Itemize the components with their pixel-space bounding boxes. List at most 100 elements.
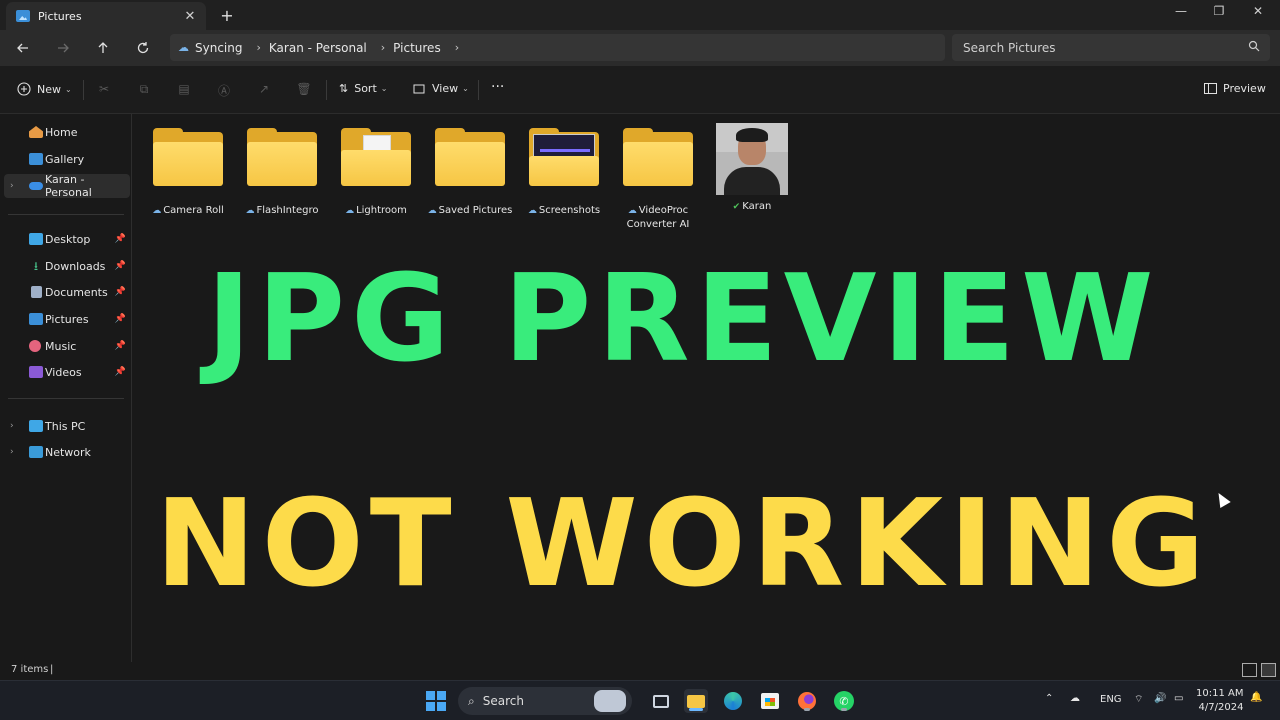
copy-icon[interactable]: ⧉ <box>136 82 152 98</box>
task-view-icon[interactable] <box>649 689 673 713</box>
sidebar-item-gallery[interactable]: Gallery <box>4 147 130 171</box>
folder-item[interactable]: ☁ Screenshots <box>519 122 609 218</box>
battery-icon[interactable]: ▭ <box>1174 693 1183 704</box>
breadcrumb-syncing[interactable]: Syncing <box>195 41 242 55</box>
sidebar-item-label: Music <box>45 339 77 353</box>
paste-icon[interactable]: ▤ <box>176 82 192 98</box>
sort-icon: ⇅ <box>339 82 349 95</box>
windows-start-button[interactable] <box>424 689 448 713</box>
notification-bell-icon[interactable]: 🔔 <box>1250 692 1262 703</box>
sidebar-item-karan-personal[interactable]: › Karan - Personal <box>4 173 130 199</box>
show-hidden-icons-chevron-up-icon[interactable]: ⌃ <box>1045 693 1053 704</box>
image-item[interactable]: ✔ Karan <box>707 122 797 214</box>
chevron-right-icon[interactable]: › <box>10 181 14 191</box>
pin-icon[interactable]: 📌 <box>115 261 126 271</box>
back-button[interactable] <box>13 38 33 58</box>
pin-icon[interactable]: 📌 <box>115 314 126 324</box>
chevron-right-icon[interactable]: › <box>256 41 260 54</box>
preview-pane-button[interactable]: Preview <box>1204 82 1266 95</box>
folder-item[interactable]: ☁ Lightroom <box>331 122 421 218</box>
up-button[interactable] <box>93 38 113 58</box>
chevron-down-icon: ⌄ <box>380 84 388 93</box>
sidebar-item-label: Videos <box>45 365 82 379</box>
tab-pictures[interactable]: Pictures ✕ <box>6 2 206 30</box>
onedrive-tray-icon[interactable]: ☁ <box>1070 693 1080 704</box>
plus-circle-icon <box>17 82 31 96</box>
sidebar-item-desktop[interactable]: Desktop 📌 <box>4 227 130 251</box>
cloud-icon: ☁ <box>627 206 637 216</box>
file-name: Karan <box>742 201 772 212</box>
sort-button[interactable]: ⇅ Sort ⌄ <box>339 82 387 95</box>
pictures-icon <box>29 313 43 325</box>
home-icon <box>29 126 43 138</box>
this-pc-icon <box>29 420 43 432</box>
taskbar-search[interactable]: ⌕ Search <box>458 687 632 715</box>
volume-icon[interactable]: 🔊 <box>1154 693 1166 704</box>
store-icon[interactable] <box>758 689 782 713</box>
file-explorer-taskbar-icon[interactable] <box>684 689 708 713</box>
restore-button[interactable]: ❐ <box>1204 4 1234 18</box>
more-options-button[interactable]: ··· <box>491 79 504 95</box>
new-button[interactable]: New ⌄ <box>17 82 72 96</box>
divider <box>8 398 124 399</box>
pin-icon[interactable]: 📌 <box>115 367 126 377</box>
sidebar-item-label: Karan - Personal <box>45 173 92 199</box>
new-tab-button[interactable]: + <box>218 6 236 25</box>
firefox-icon[interactable] <box>795 689 819 713</box>
rename-icon[interactable]: Ⓐ <box>216 82 232 98</box>
forward-button[interactable] <box>53 38 73 58</box>
arrow-left-icon <box>17 43 28 53</box>
view-button[interactable]: View ⌄ <box>413 82 469 95</box>
divider <box>8 214 124 215</box>
folder-item[interactable]: ☁ VideoProc Converter AI <box>613 122 703 231</box>
new-label: New <box>37 82 61 96</box>
minimize-button[interactable]: — <box>1166 4 1196 18</box>
search-placeholder: Search Pictures <box>963 40 1056 55</box>
sidebar-item-downloads[interactable]: ⭳ Downloads 📌 <box>4 254 130 278</box>
delete-icon[interactable]: 🗑 <box>296 82 312 98</box>
large-icons-view-button[interactable] <box>1261 663 1276 677</box>
address-bar[interactable]: ☁ Syncing › Karan - Personal › Pictures … <box>170 34 945 61</box>
sort-label: Sort <box>354 82 377 95</box>
clock-time: 10:11 AM <box>1196 688 1244 699</box>
search-input[interactable]: Search Pictures <box>952 34 1270 61</box>
chevron-right-icon[interactable]: › <box>455 41 459 54</box>
windows-logo-icon <box>425 690 447 712</box>
refresh-button[interactable] <box>133 38 153 58</box>
share-icon[interactable]: ↗ <box>256 82 272 98</box>
sidebar-item-home[interactable]: Home <box>4 120 130 144</box>
sidebar-item-this-pc[interactable]: › This PC <box>4 414 130 438</box>
status-divider: | <box>50 664 54 675</box>
whatsapp-icon[interactable]: ✆ <box>832 689 856 713</box>
sidebar-item-videos[interactable]: Videos 📌 <box>4 360 130 384</box>
arrow-up-icon <box>98 42 108 53</box>
folder-item[interactable]: ☁ Camera Roll <box>143 122 233 218</box>
folder-item[interactable]: ☁ FlashIntegro <box>237 122 327 218</box>
chevron-down-icon: ⌄ <box>65 84 72 94</box>
folder-item[interactable]: ☁ Saved Pictures <box>425 122 515 218</box>
cut-icon[interactable]: ✂ <box>96 82 112 98</box>
sidebar-item-music[interactable]: Music 📌 <box>4 334 130 358</box>
pin-icon[interactable]: 📌 <box>115 287 126 297</box>
sidebar-item-network[interactable]: › Network <box>4 440 130 464</box>
clock[interactable]: 10:11 AM 4/7/2024 <box>1196 687 1243 715</box>
pin-icon[interactable]: 📌 <box>115 234 126 244</box>
edge-icon[interactable] <box>721 689 745 713</box>
headline-line-2: NOT WORKING <box>155 475 1211 614</box>
chevron-right-icon[interactable]: › <box>10 447 14 457</box>
taskbar-search-label: Search <box>482 694 524 708</box>
pin-icon[interactable]: 📌 <box>115 341 126 351</box>
close-tab-icon[interactable]: ✕ <box>180 9 200 24</box>
sidebar-item-documents[interactable]: Documents 📌 <box>4 280 130 304</box>
close-window-button[interactable]: ✕ <box>1243 4 1273 18</box>
chevron-right-icon[interactable]: › <box>381 41 385 54</box>
wifi-icon[interactable]: ⌔ <box>1134 693 1143 706</box>
language-indicator[interactable]: ENG <box>1100 694 1122 705</box>
breadcrumb-karan-personal[interactable]: Karan - Personal <box>269 41 367 55</box>
breadcrumb-pictures[interactable]: Pictures <box>393 41 441 55</box>
chevron-right-icon[interactable]: › <box>10 421 14 431</box>
details-view-button[interactable] <box>1242 663 1257 677</box>
chevron-down-icon: ⌄ <box>462 84 469 93</box>
sidebar-item-pictures[interactable]: Pictures 📌 <box>4 307 130 331</box>
desktop-icon <box>29 233 43 245</box>
